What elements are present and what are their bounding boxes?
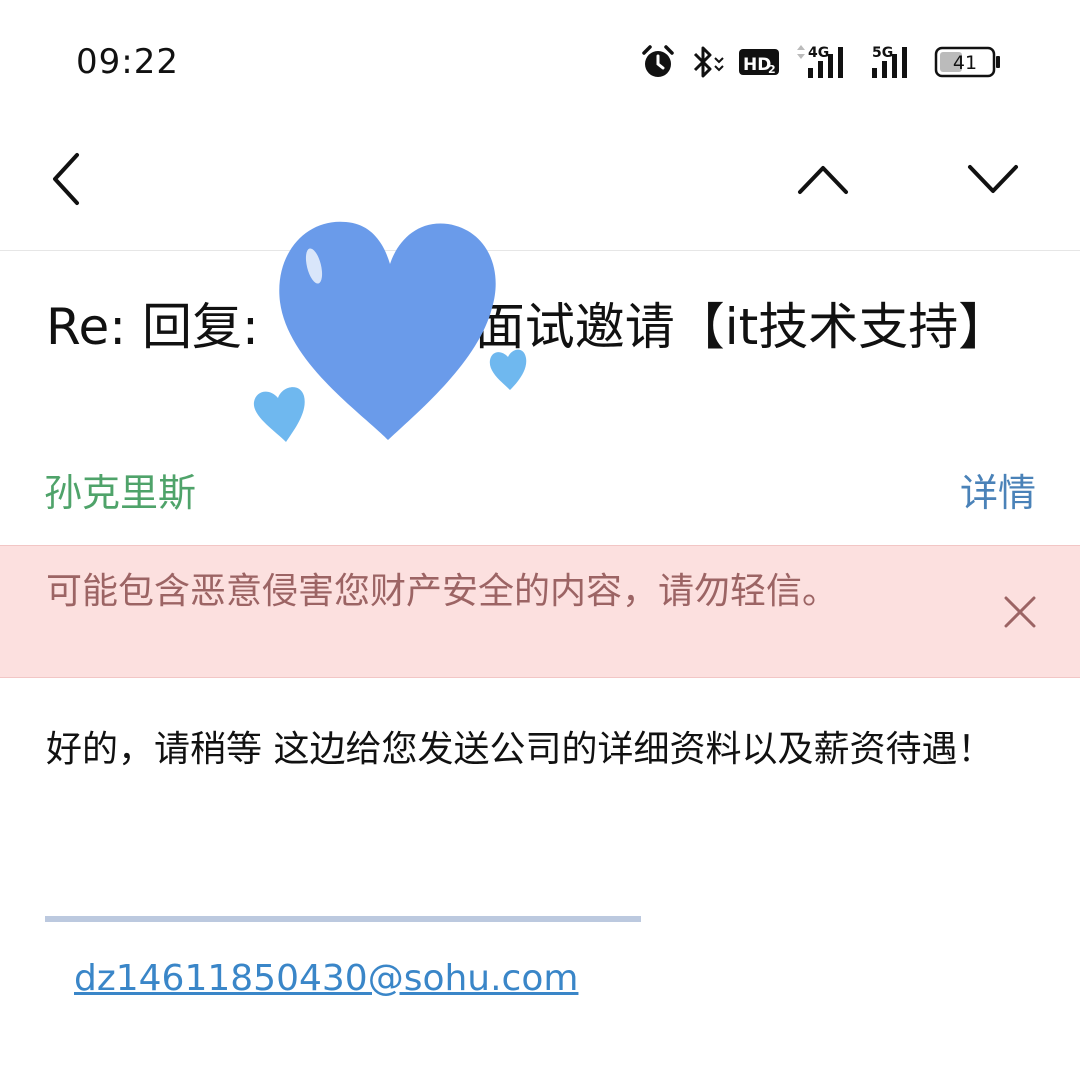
status-time: 09:22	[76, 42, 179, 82]
signature-email-link[interactable]: dz14611850430@sohu.com	[74, 958, 578, 999]
net1-label: 4G	[808, 45, 829, 61]
alarm-icon	[640, 44, 676, 80]
status-bar: 09:22 HD 2 4G 5G 41	[0, 0, 1080, 120]
previous-mail-button[interactable]	[788, 146, 858, 216]
security-warning-banner: 可能包含恶意侵害您财产安全的内容，请勿轻信。	[0, 545, 1080, 678]
close-icon	[998, 596, 1042, 638]
net2-label: 5G	[872, 45, 893, 61]
back-button[interactable]	[32, 146, 102, 216]
signal-5g-icon: 5G	[870, 42, 920, 82]
bluetooth-icon	[690, 43, 724, 81]
heart-sticker-icon	[248, 212, 538, 457]
next-mail-button[interactable]	[958, 146, 1028, 216]
battery-icon: 41	[934, 44, 1002, 80]
details-link[interactable]: 详情	[960, 462, 1036, 517]
status-icons: HD 2 4G 5G 41	[640, 40, 1002, 84]
signal-4g-icon: 4G	[794, 42, 856, 82]
battery-level: 41	[953, 52, 977, 74]
mail-body: 好的，请稍等 这边给您发送公司的详细资料以及薪资待遇！	[46, 729, 994, 770]
previous-mail-icon	[796, 162, 850, 200]
back-arrow-icon	[47, 151, 87, 211]
svg-text:2: 2	[768, 63, 776, 76]
sender-name[interactable]: 孙克里斯	[44, 462, 196, 517]
warning-text: 可能包含恶意侵害您财产安全的内容，请勿轻信。	[46, 571, 839, 612]
next-mail-icon	[966, 162, 1020, 200]
signature-divider	[45, 916, 641, 922]
close-warning-button[interactable]	[998, 590, 1042, 634]
hd-call-icon: HD 2	[738, 46, 780, 78]
mail-toolbar	[0, 120, 1080, 251]
